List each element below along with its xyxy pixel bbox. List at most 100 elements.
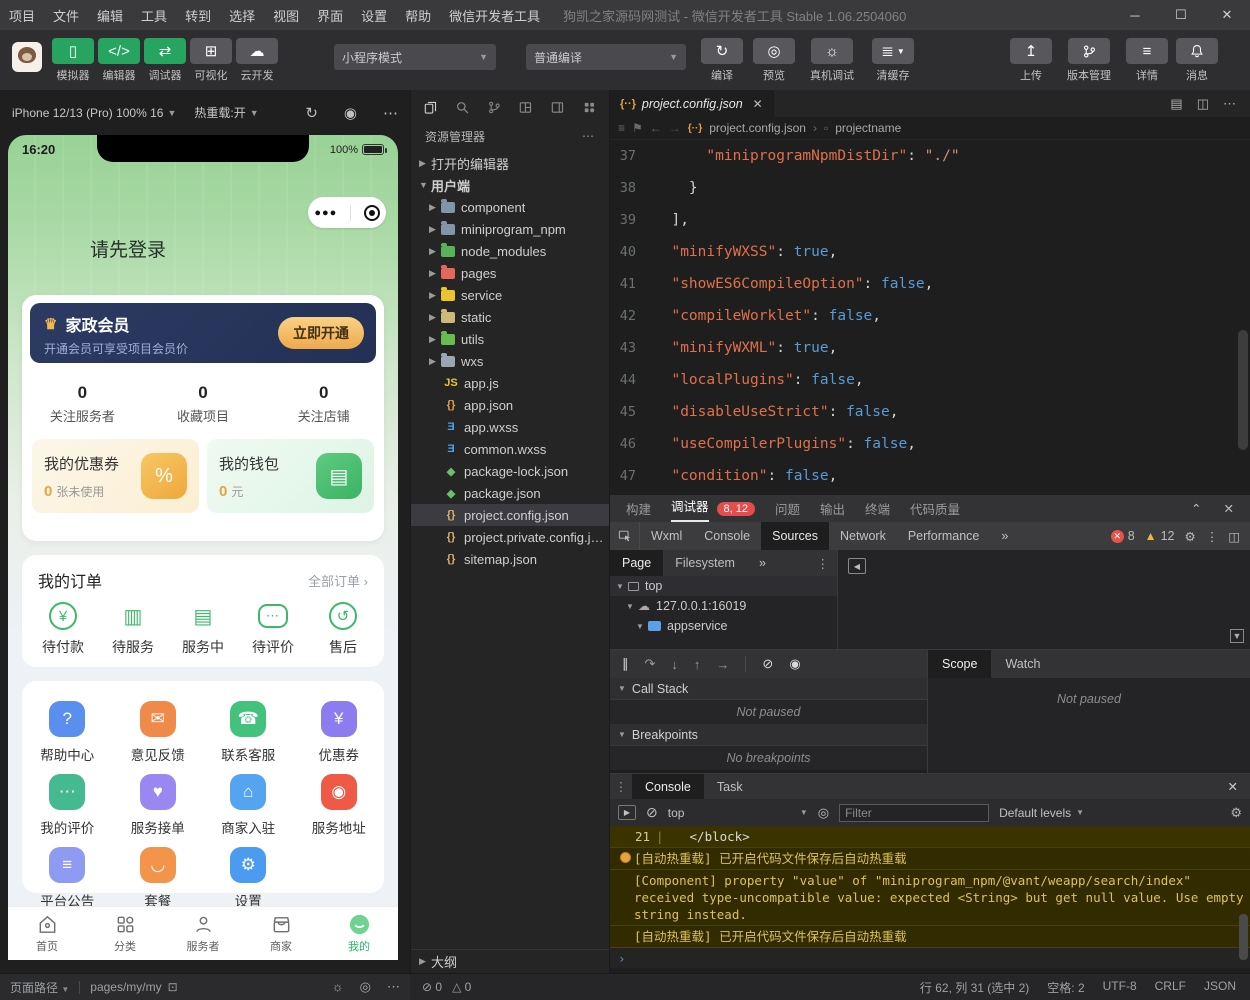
console-code-row[interactable]: 21 | </block> [610,826,1250,848]
editor-panel-icon[interactable] [550,99,565,116]
code-line[interactable]: 37 "miniprogramNpmDistDir": "./" [610,140,1250,172]
language-mode[interactable]: JSON [1204,979,1236,996]
tab-problems[interactable]: 问题 [775,499,800,518]
kebab-menu-icon[interactable]: ⋮ [817,556,838,571]
stat-item[interactable]: 0 关注店铺 [263,383,384,425]
layout-icon[interactable] [518,99,533,116]
more-icon[interactable]: ⋯ [383,104,398,122]
filter-input[interactable] [839,803,990,822]
pause-on-exceptions-icon[interactable]: ◉ [789,656,800,672]
tree-folder[interactable]: ▶ pages [411,262,609,284]
breadcrumb-file[interactable]: project.config.json [709,121,806,135]
levels-dropdown[interactable]: Default levels ▼ [999,806,1084,820]
grid-item[interactable]: ✉ 意见反馈 [113,701,204,764]
capsule-close-icon[interactable] [363,204,380,221]
tab-terminal[interactable]: 终端 [865,499,890,518]
capsule-more-icon[interactable]: ●●● [314,207,337,219]
close-console-icon[interactable]: ✕ [1228,779,1250,794]
console-prompt[interactable]: › [610,948,1250,968]
open-vip-button[interactable]: 立即开通 [278,317,364,349]
menu-item[interactable]: 选择 [220,6,264,25]
menu-item[interactable]: 编辑 [88,6,132,25]
tree-file[interactable]: {} project.config.json [411,504,609,526]
tree-file[interactable]: ◆ package-lock.json [411,460,609,482]
tree-folder[interactable]: ▶ utils [411,328,609,350]
grid-item[interactable]: ≡ 平台公告 [22,847,113,910]
tab-quality[interactable]: 代码质量 [910,499,960,518]
tree-folder[interactable]: ▶ static [411,306,609,328]
mode-button[interactable]: </> 编辑器 [96,38,142,83]
devtools-tab[interactable]: Console [693,522,761,550]
tree-file[interactable]: {} sitemap.json [411,548,609,570]
code-line[interactable]: 40 "minifyWXSS": true, [610,236,1250,268]
grid-item[interactable]: ? 帮助中心 [22,701,113,764]
close-panel-icon[interactable]: ✕ [1224,501,1234,516]
tree-folder[interactable]: ▶ component [411,196,609,218]
tab-watch[interactable]: Watch [991,650,1054,678]
grid-item[interactable]: ◉ 服务地址 [294,774,385,837]
deactivate-breakpoints-icon[interactable]: ⊘ [762,656,773,672]
pretty-print-icon[interactable]: ▼ [1230,629,1244,643]
code-line[interactable]: 38 } [610,172,1250,204]
version-button[interactable]: 版本管理 [1056,38,1122,83]
menu-item[interactable]: 设置 [352,6,396,25]
code-line[interactable]: 46 "useCompilerPlugins": false, [610,428,1250,460]
bookmark-icon[interactable]: ⚑ [632,121,643,135]
clear-console-icon[interactable]: ⊘ [646,804,658,821]
search-icon[interactable] [455,99,470,116]
mode-button[interactable]: ▯ 模拟器 [50,38,96,83]
user-avatar[interactable] [12,42,42,72]
order-pending-service[interactable]: ▥ 待服务 [102,600,164,657]
refresh-icon[interactable]: ↻ [305,104,318,122]
scrollbar[interactable] [1239,914,1248,960]
warning-count-icon[interactable]: ▲ [1145,529,1157,543]
bug-icon[interactable]: ☼ [332,979,344,995]
file-actions-icon[interactable]: ▤ [1170,96,1182,112]
menu-item[interactable]: 界面 [308,6,352,25]
grid-item[interactable]: ♥ 服务接单 [113,774,204,837]
tree-file[interactable]: ◆ package.json [411,482,609,504]
preview-button[interactable]: ◎ 预览 [748,38,800,83]
device-selector[interactable]: iPhone 12/13 (Pro) 100% 16 ▼ [12,106,176,120]
clear-cache-button[interactable]: ≣ ▼ 清缓存 [864,38,922,83]
grid-item[interactable]: ◡ 套餐 [113,847,204,910]
compile-button[interactable]: ↻ 编译 [696,38,748,83]
detail-button[interactable]: ≡ 详情 [1122,38,1172,83]
hot-reload-toggle[interactable]: 热重载:开 ▼ [194,104,258,121]
page-path-dropdown[interactable]: 页面路径 ▼ [10,979,69,996]
scrollbar[interactable] [1238,330,1248,450]
hide-navigator-icon[interactable]: ◀ [848,558,866,574]
devtools-tab[interactable]: Sources [761,522,829,550]
step-over-icon[interactable]: ↷ [645,656,656,672]
back-arrow-icon[interactable]: ← [650,121,662,135]
grid-item[interactable]: ☎ 联系客服 [203,701,294,764]
step-icon[interactable]: → [716,657,729,672]
code-line[interactable]: 47 "condition": false, [610,460,1250,492]
indent-setting[interactable]: 空格: 2 [1047,979,1084,996]
tab-task[interactable]: Task [704,774,756,799]
call-stack-header[interactable]: ▼ Call Stack [610,678,927,700]
tab-category[interactable]: 分类 [86,907,164,960]
eye-icon[interactable]: ◎ [818,805,829,821]
tree-file[interactable]: Ǝ app.wxss [411,416,609,438]
mode-button[interactable]: ☁ 云开发 [234,38,280,83]
encoding-setting[interactable]: UTF-8 [1103,979,1137,996]
gear-icon[interactable]: ⚙ [1230,805,1242,821]
login-prompt[interactable]: 请先登录 [90,235,166,262]
run-icon[interactable]: ▶ [618,805,636,820]
grid-item[interactable]: ⚙ 设置 [203,847,294,910]
source-control-icon[interactable] [487,99,502,116]
menu-item[interactable]: 文件 [44,6,88,25]
menu-item[interactable]: 视图 [264,6,308,25]
coupon-card[interactable]: 我的优惠券 0 张未使用 % [32,439,199,513]
tab-mine[interactable]: 我的 [320,907,398,960]
tree-folder[interactable]: ▶ wxs [411,350,609,372]
message-button[interactable]: 消息 [1172,38,1222,83]
device-toolbar-icon[interactable]: ◫ [1228,529,1240,544]
tab-scope[interactable]: Scope [928,650,992,678]
tree-folder[interactable]: ▶ service [411,284,609,306]
record-icon[interactable]: ◉ [344,104,357,122]
code-line[interactable]: 42 "compileWorklet": false, [610,300,1250,332]
menu-item[interactable]: 转到 [176,6,220,25]
devtools-tab[interactable]: Wxml [640,522,693,550]
